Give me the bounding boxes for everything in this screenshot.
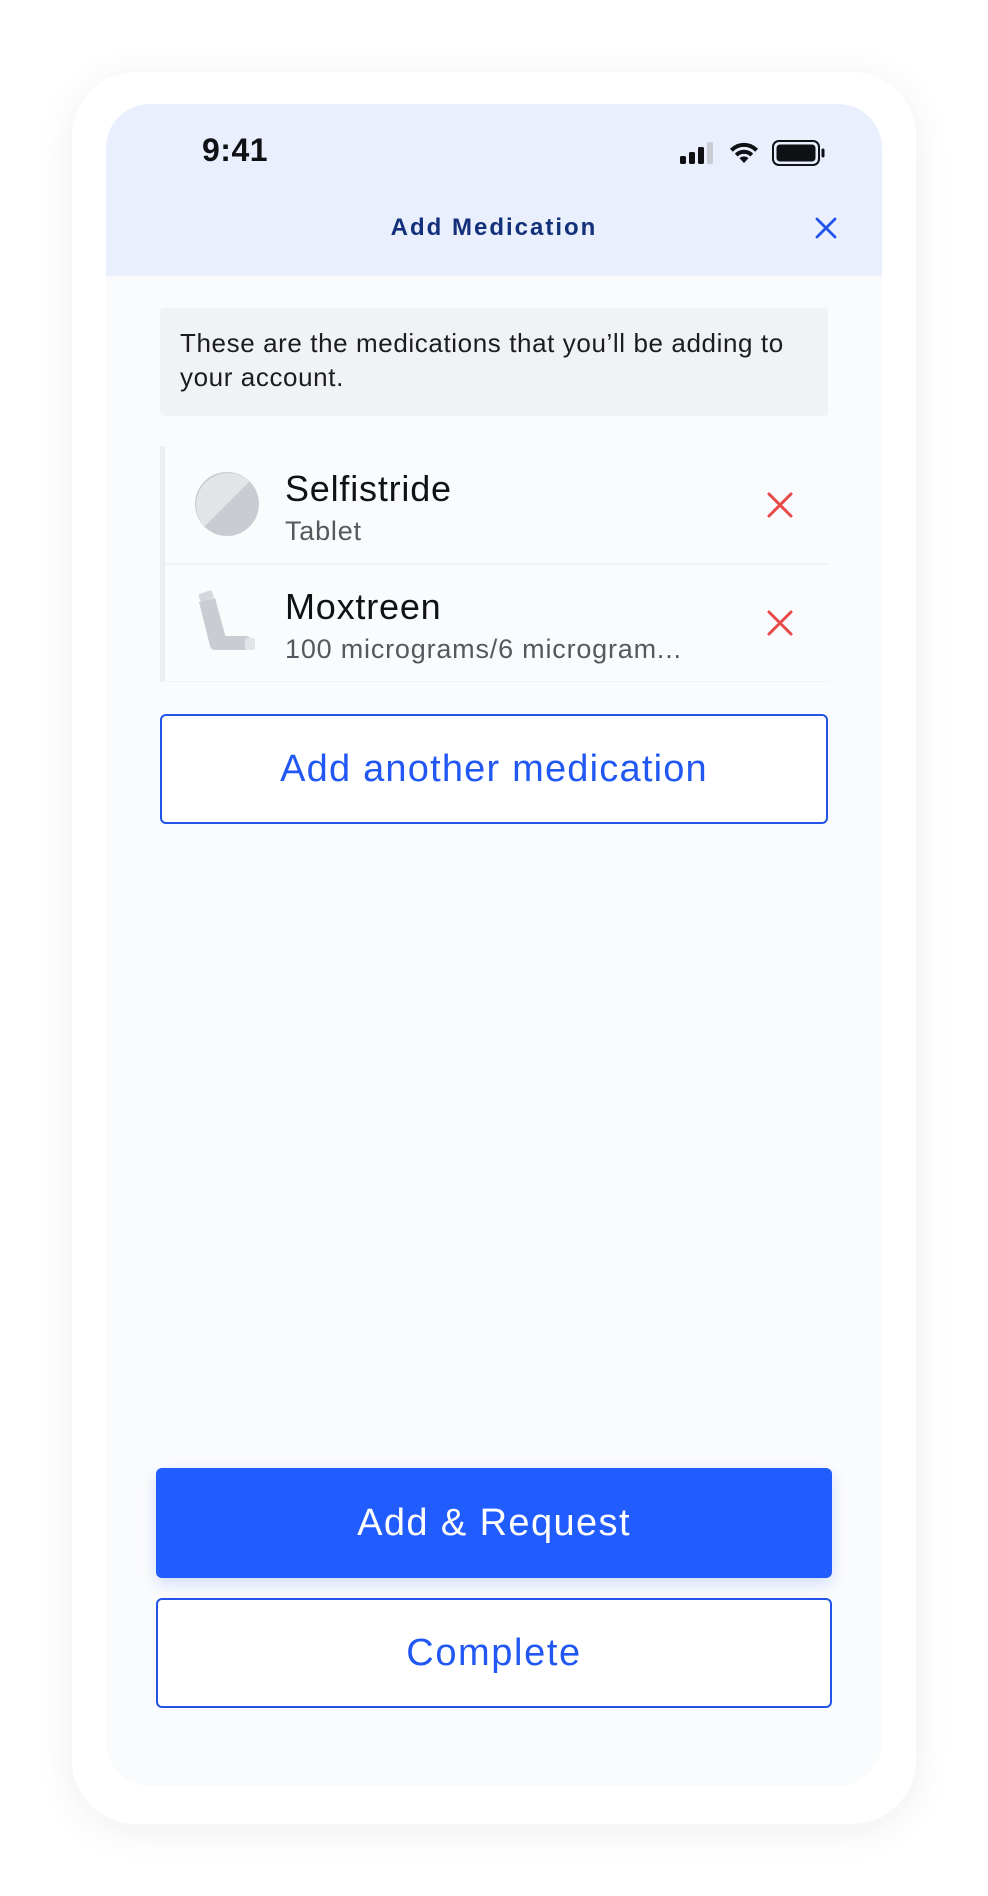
medication-list: Selfistride Tablet Moxtreen 100 microgra… bbox=[160, 446, 828, 682]
close-icon bbox=[815, 217, 837, 239]
add-another-medication-button[interactable]: Add another medication bbox=[160, 714, 828, 824]
wifi-icon bbox=[730, 142, 758, 163]
battery-icon bbox=[772, 140, 825, 166]
cellular-signal-icon bbox=[680, 142, 713, 164]
modal-header: 9:41 Add Medication bbox=[106, 104, 882, 276]
medication-item: Selfistride Tablet bbox=[160, 446, 828, 564]
medication-detail: 100 micrograms/6 microgram... bbox=[285, 634, 682, 664]
medication-item: Moxtreen 100 micrograms/6 microgram... bbox=[160, 564, 828, 682]
status-icons bbox=[680, 140, 826, 166]
tablet-icon bbox=[195, 472, 259, 536]
inhaler-icon bbox=[198, 590, 255, 650]
modal-title: Add Medication bbox=[390, 214, 598, 241]
medication-detail: Tablet bbox=[285, 516, 362, 546]
remove-medication-button[interactable] bbox=[765, 608, 795, 638]
phone-screen: 9:41 Add Medication These are the medica… bbox=[106, 104, 882, 1786]
add-request-button[interactable]: Add & Request bbox=[156, 1468, 832, 1578]
close-button[interactable] bbox=[808, 210, 844, 246]
remove-medication-button[interactable] bbox=[765, 490, 795, 520]
medication-name: Moxtreen bbox=[285, 586, 442, 627]
medication-name: Selfistride bbox=[285, 468, 452, 509]
complete-button[interactable]: Complete bbox=[156, 1598, 832, 1708]
status-time: 9:41 bbox=[202, 132, 269, 168]
info-message: These are the medications that you’ll be… bbox=[160, 308, 828, 416]
